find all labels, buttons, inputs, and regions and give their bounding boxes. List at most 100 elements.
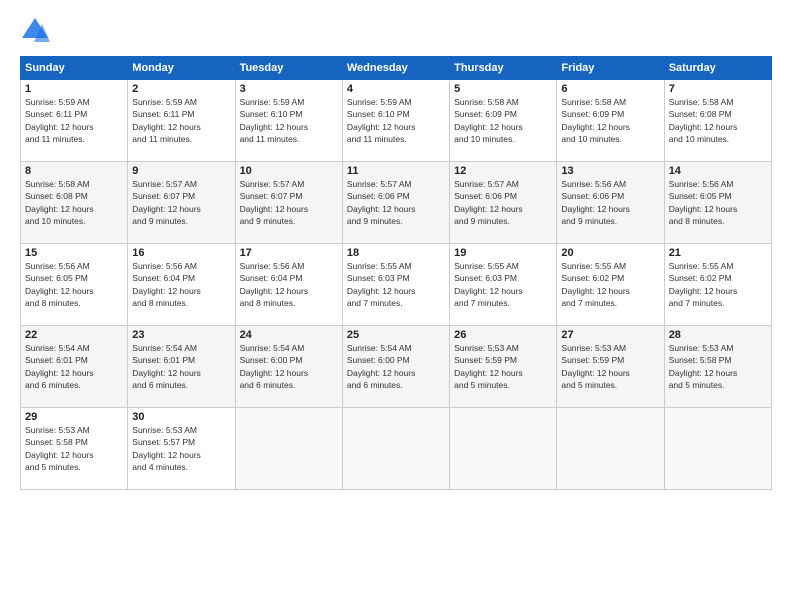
calendar-day-cell: 4Sunrise: 5:59 AM Sunset: 6:10 PM Daylig… [342, 80, 449, 162]
calendar-day-cell: 17Sunrise: 5:56 AM Sunset: 6:04 PM Dayli… [235, 244, 342, 326]
day-number: 12 [454, 165, 552, 177]
day-info: Sunrise: 5:58 AM Sunset: 6:09 PM Dayligh… [561, 96, 659, 145]
day-number: 10 [240, 165, 338, 177]
day-info: Sunrise: 5:56 AM Sunset: 6:04 PM Dayligh… [240, 260, 338, 309]
empty-cell [557, 408, 664, 490]
calendar-day-cell: 2Sunrise: 5:59 AM Sunset: 6:11 PM Daylig… [128, 80, 235, 162]
day-number: 5 [454, 83, 552, 95]
calendar-day-cell: 3Sunrise: 5:59 AM Sunset: 6:10 PM Daylig… [235, 80, 342, 162]
day-info: Sunrise: 5:55 AM Sunset: 6:02 PM Dayligh… [561, 260, 659, 309]
header-sunday: Sunday [21, 57, 128, 80]
day-info: Sunrise: 5:56 AM Sunset: 6:04 PM Dayligh… [132, 260, 230, 309]
calendar-week-row: 22Sunrise: 5:54 AM Sunset: 6:01 PM Dayli… [21, 326, 772, 408]
day-number: 27 [561, 329, 659, 341]
day-info: Sunrise: 5:59 AM Sunset: 6:10 PM Dayligh… [347, 96, 445, 145]
day-info: Sunrise: 5:58 AM Sunset: 6:09 PM Dayligh… [454, 96, 552, 145]
empty-cell [664, 408, 771, 490]
calendar-day-cell: 11Sunrise: 5:57 AM Sunset: 6:06 PM Dayli… [342, 162, 449, 244]
calendar-day-cell: 13Sunrise: 5:56 AM Sunset: 6:06 PM Dayli… [557, 162, 664, 244]
page-header [20, 16, 772, 46]
calendar-day-cell: 27Sunrise: 5:53 AM Sunset: 5:59 PM Dayli… [557, 326, 664, 408]
day-info: Sunrise: 5:59 AM Sunset: 6:10 PM Dayligh… [240, 96, 338, 145]
calendar-day-cell: 9Sunrise: 5:57 AM Sunset: 6:07 PM Daylig… [128, 162, 235, 244]
calendar-week-row: 29Sunrise: 5:53 AM Sunset: 5:58 PM Dayli… [21, 408, 772, 490]
calendar-day-cell: 16Sunrise: 5:56 AM Sunset: 6:04 PM Dayli… [128, 244, 235, 326]
calendar-day-cell: 28Sunrise: 5:53 AM Sunset: 5:58 PM Dayli… [664, 326, 771, 408]
header-friday: Friday [557, 57, 664, 80]
day-info: Sunrise: 5:55 AM Sunset: 6:03 PM Dayligh… [347, 260, 445, 309]
day-number: 25 [347, 329, 445, 341]
day-info: Sunrise: 5:58 AM Sunset: 6:08 PM Dayligh… [669, 96, 767, 145]
day-number: 19 [454, 247, 552, 259]
calendar-day-cell: 25Sunrise: 5:54 AM Sunset: 6:00 PM Dayli… [342, 326, 449, 408]
empty-cell [342, 408, 449, 490]
calendar-day-cell: 10Sunrise: 5:57 AM Sunset: 6:07 PM Dayli… [235, 162, 342, 244]
day-number: 14 [669, 165, 767, 177]
calendar-day-cell: 15Sunrise: 5:56 AM Sunset: 6:05 PM Dayli… [21, 244, 128, 326]
calendar-day-cell: 30Sunrise: 5:53 AM Sunset: 5:57 PM Dayli… [128, 408, 235, 490]
day-info: Sunrise: 5:53 AM Sunset: 5:58 PM Dayligh… [669, 342, 767, 391]
calendar-day-cell: 18Sunrise: 5:55 AM Sunset: 6:03 PM Dayli… [342, 244, 449, 326]
day-info: Sunrise: 5:55 AM Sunset: 6:02 PM Dayligh… [669, 260, 767, 309]
calendar-day-cell: 21Sunrise: 5:55 AM Sunset: 6:02 PM Dayli… [664, 244, 771, 326]
calendar-week-row: 1 Sunrise: 5:59 AM Sunset: 6:11 PM Daylig… [21, 80, 772, 162]
day-info: Sunrise: 5:57 AM Sunset: 6:07 PM Dayligh… [240, 178, 338, 227]
day-info: Sunrise: 5:54 AM Sunset: 6:01 PM Dayligh… [132, 342, 230, 391]
day-number: 30 [132, 411, 230, 423]
calendar-week-row: 8Sunrise: 5:58 AM Sunset: 6:08 PM Daylig… [21, 162, 772, 244]
day-info: Sunrise: 5:53 AM Sunset: 5:57 PM Dayligh… [132, 424, 230, 473]
day-number: 13 [561, 165, 659, 177]
day-info: Sunrise: 5:57 AM Sunset: 6:07 PM Dayligh… [132, 178, 230, 227]
day-info: Sunrise: 5:56 AM Sunset: 6:06 PM Dayligh… [561, 178, 659, 227]
day-number: 26 [454, 329, 552, 341]
day-number: 2 [132, 83, 230, 95]
logo-icon [20, 16, 50, 46]
calendar-day-cell: 19Sunrise: 5:55 AM Sunset: 6:03 PM Dayli… [450, 244, 557, 326]
day-number: 20 [561, 247, 659, 259]
calendar-day-cell: 8Sunrise: 5:58 AM Sunset: 6:08 PM Daylig… [21, 162, 128, 244]
calendar-day-cell: 5Sunrise: 5:58 AM Sunset: 6:09 PM Daylig… [450, 80, 557, 162]
header-thursday: Thursday [450, 57, 557, 80]
day-number: 15 [25, 247, 123, 259]
day-number: 8 [25, 165, 123, 177]
calendar-day-cell: 23Sunrise: 5:54 AM Sunset: 6:01 PM Dayli… [128, 326, 235, 408]
day-number: 16 [132, 247, 230, 259]
day-number: 1 [25, 83, 123, 95]
day-info: Sunrise: 5:54 AM Sunset: 6:01 PM Dayligh… [25, 342, 123, 391]
day-number: 3 [240, 83, 338, 95]
day-info: Sunrise: 5:56 AM Sunset: 6:05 PM Dayligh… [669, 178, 767, 227]
day-info: Sunrise: 5:53 AM Sunset: 5:59 PM Dayligh… [454, 342, 552, 391]
header-wednesday: Wednesday [342, 57, 449, 80]
calendar-day-cell: 7Sunrise: 5:58 AM Sunset: 6:08 PM Daylig… [664, 80, 771, 162]
day-number: 21 [669, 247, 767, 259]
day-info: Sunrise: 5:57 AM Sunset: 6:06 PM Dayligh… [347, 178, 445, 227]
day-number: 22 [25, 329, 123, 341]
day-info: Sunrise: 5:56 AM Sunset: 6:05 PM Dayligh… [25, 260, 123, 309]
day-info: Sunrise: 5:53 AM Sunset: 5:58 PM Dayligh… [25, 424, 123, 473]
day-info: Sunrise: 5:59 AM Sunset: 6:11 PM Dayligh… [132, 96, 230, 145]
day-info: Sunrise: 5:53 AM Sunset: 5:59 PM Dayligh… [561, 342, 659, 391]
day-number: 9 [132, 165, 230, 177]
day-info: Sunrise: 5:57 AM Sunset: 6:06 PM Dayligh… [454, 178, 552, 227]
logo [20, 16, 56, 46]
header-monday: Monday [128, 57, 235, 80]
calendar-day-cell: 1Sunrise: 5:59 AM Sunset: 6:11 PM Daylig… [21, 80, 128, 162]
empty-cell [235, 408, 342, 490]
calendar-day-cell: 29Sunrise: 5:53 AM Sunset: 5:58 PM Dayli… [21, 408, 128, 490]
day-number: 11 [347, 165, 445, 177]
calendar-day-cell: 26Sunrise: 5:53 AM Sunset: 5:59 PM Dayli… [450, 326, 557, 408]
calendar-week-row: 15Sunrise: 5:56 AM Sunset: 6:05 PM Dayli… [21, 244, 772, 326]
calendar-day-cell: 14Sunrise: 5:56 AM Sunset: 6:05 PM Dayli… [664, 162, 771, 244]
day-number: 23 [132, 329, 230, 341]
header-tuesday: Tuesday [235, 57, 342, 80]
day-number: 17 [240, 247, 338, 259]
calendar-day-cell: 20Sunrise: 5:55 AM Sunset: 6:02 PM Dayli… [557, 244, 664, 326]
day-number: 29 [25, 411, 123, 423]
day-info: Sunrise: 5:54 AM Sunset: 6:00 PM Dayligh… [347, 342, 445, 391]
calendar-header-row: SundayMondayTuesdayWednesdayThursdayFrid… [21, 57, 772, 80]
header-saturday: Saturday [664, 57, 771, 80]
calendar-day-cell: 12Sunrise: 5:57 AM Sunset: 6:06 PM Dayli… [450, 162, 557, 244]
day-number: 18 [347, 247, 445, 259]
day-info: Sunrise: 5:58 AM Sunset: 6:08 PM Dayligh… [25, 178, 123, 227]
day-info: Sunrise: 5:55 AM Sunset: 6:03 PM Dayligh… [454, 260, 552, 309]
